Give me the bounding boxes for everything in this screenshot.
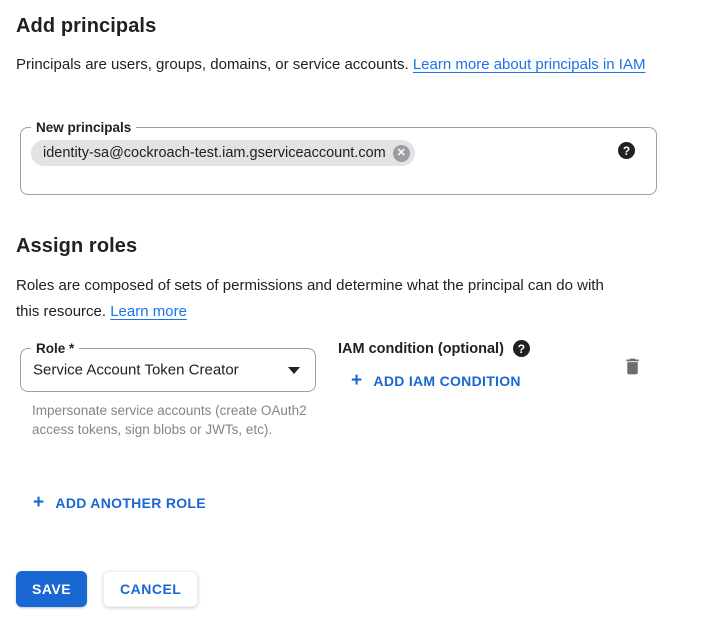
new-principals-field[interactable]: New principals identity-sa@cockroach-tes… [20,127,657,195]
learn-more-roles-link[interactable]: Learn more [110,303,187,320]
trash-icon [622,356,643,377]
iam-condition-label: IAM condition (optional) [338,341,504,357]
role-helper-text: Impersonate service accounts (create OAu… [32,401,318,439]
page-title: Add principals [16,15,156,38]
add-another-role-button[interactable]: + ADD ANOTHER ROLE [33,493,206,512]
principal-chip: identity-sa@cockroach-test.iam.gservicea… [31,140,415,166]
new-principals-label: New principals [31,119,136,136]
principals-description-text: Principals are users, groups, domains, o… [16,56,413,73]
plus-icon: + [33,493,44,512]
roles-description-text: Roles are composed of sets of permission… [16,277,604,320]
new-principals-help-icon[interactable]: ? [618,142,635,159]
save-button[interactable]: SAVE [16,571,87,607]
role-select[interactable]: Role * Service Account Token Creator [20,348,316,392]
principals-description: Principals are users, groups, domains, o… [16,52,664,78]
role-label: Role * [31,340,79,357]
add-iam-condition-button[interactable]: + ADD IAM CONDITION [351,371,521,390]
learn-more-principals-link[interactable]: Learn more about principals in IAM [413,56,646,73]
cancel-button[interactable]: CANCEL [103,571,198,607]
role-selected-value: Service Account Token Creator [33,362,239,379]
roles-description: Roles are composed of sets of permission… [16,273,608,324]
add-principals-panel: Add principals Principals are users, gro… [0,0,713,629]
chip-remove-icon[interactable]: ✕ [393,145,410,162]
iam-condition-row: IAM condition (optional) ? [338,340,530,357]
plus-icon: + [351,371,362,390]
add-iam-condition-label: ADD IAM CONDITION [373,373,520,389]
add-another-role-label: ADD ANOTHER ROLE [55,495,206,511]
iam-condition-help-icon[interactable]: ? [513,340,530,357]
principal-chip-text: identity-sa@cockroach-test.iam.gservicea… [43,145,386,161]
assign-roles-title: Assign roles [16,235,137,258]
chevron-down-icon [288,367,300,374]
delete-role-button[interactable] [618,352,646,380]
